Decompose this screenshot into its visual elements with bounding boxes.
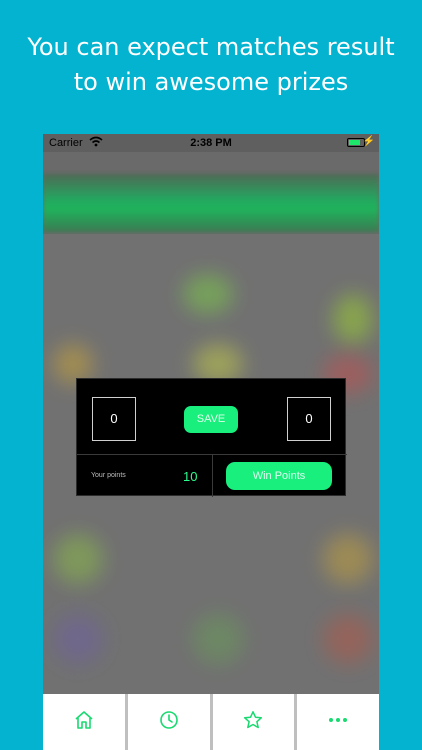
away-score-input[interactable]: 0 (287, 397, 331, 441)
blurred-header-bar (43, 174, 379, 232)
points-label: Your points (91, 472, 126, 479)
home-score-input[interactable]: 0 (92, 397, 136, 441)
dialog-divider-vertical (212, 455, 213, 497)
promo-headline: You can expect matches result to win awe… (0, 30, 422, 100)
home-icon (74, 710, 94, 735)
tab-history[interactable] (128, 694, 213, 750)
star-icon (243, 710, 263, 735)
headline-line-2: to win awesome prizes (73, 68, 349, 96)
win-points-button[interactable]: Win Points (226, 462, 332, 490)
clock-time: 2:38 PM (190, 137, 232, 149)
clock-icon (159, 710, 179, 735)
tab-more[interactable] (297, 694, 379, 750)
tab-bar (43, 694, 379, 750)
headline-line-1: You can expect matches result (27, 33, 395, 61)
tab-favorites[interactable] (213, 694, 298, 750)
status-bar: Carrier 2:38 PM ⚡ (43, 134, 379, 152)
points-value: 10 (183, 469, 198, 484)
tab-home[interactable] (43, 694, 128, 750)
save-button[interactable]: SAVE (184, 406, 238, 433)
more-icon (328, 710, 348, 735)
charging-icon: ⚡ (362, 136, 375, 147)
prediction-dialog: 0 SAVE 0 Your points 10 Win Points (76, 378, 347, 497)
